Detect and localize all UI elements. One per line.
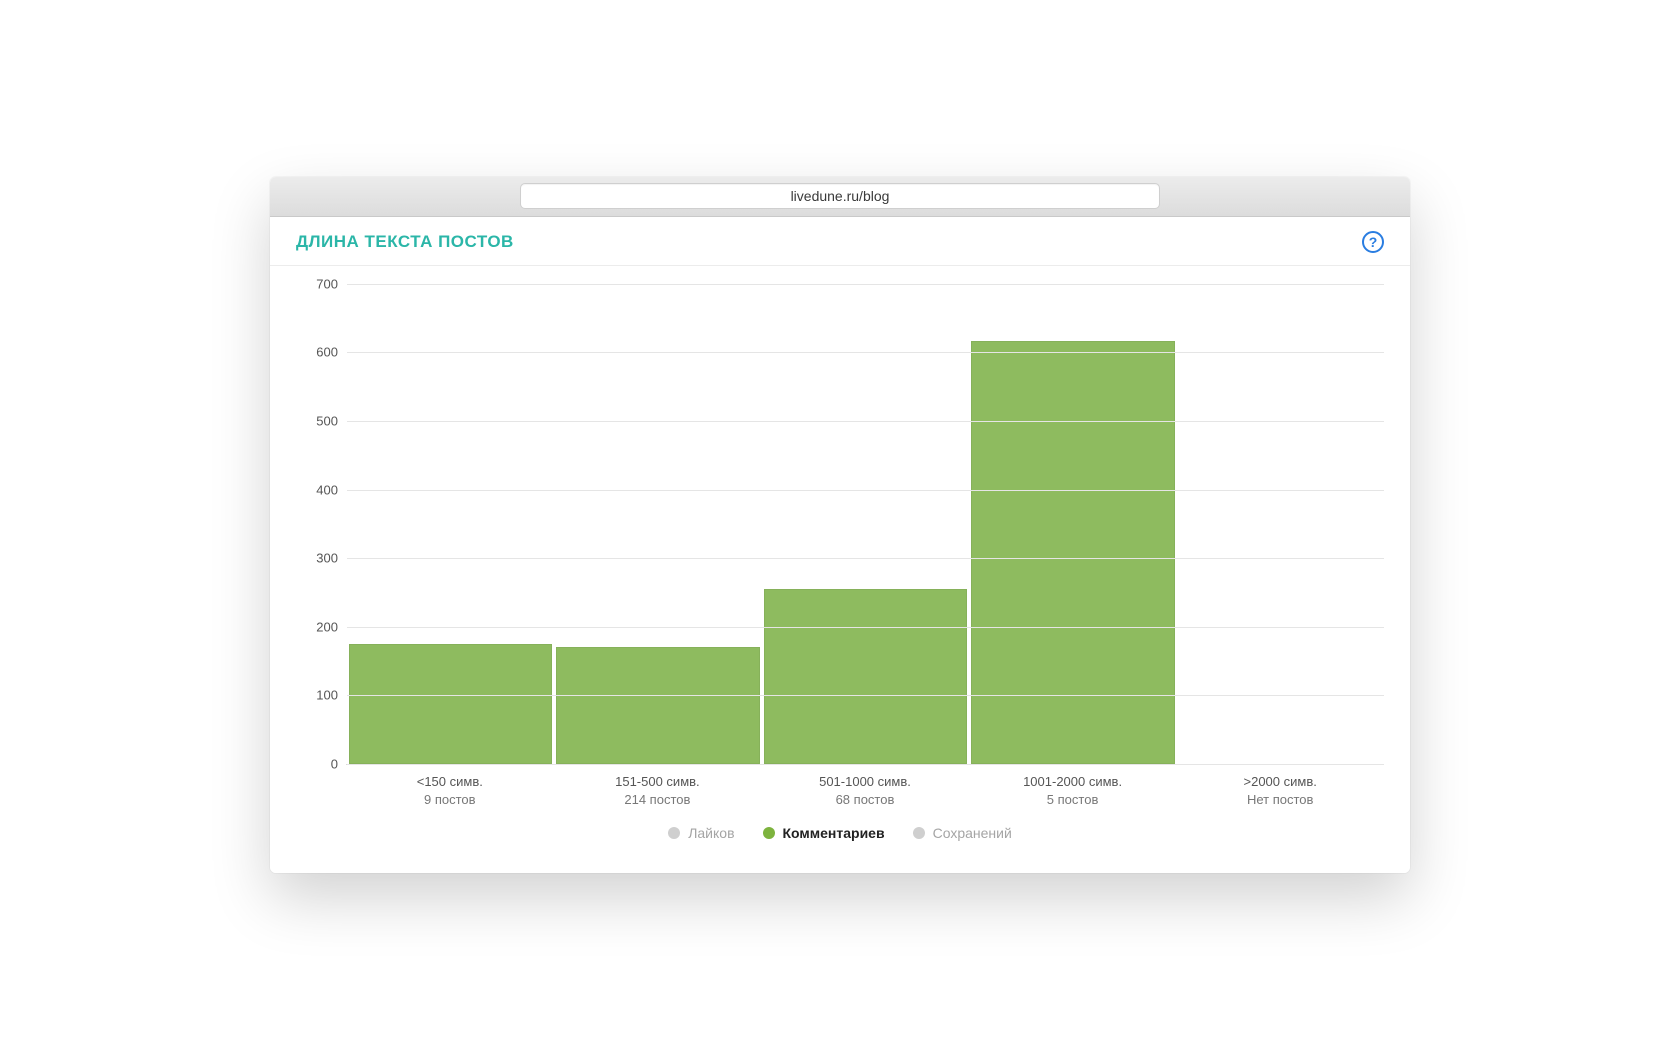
- y-tick-label: 100: [296, 688, 338, 703]
- url-field[interactable]: livedune.ru/blog: [520, 183, 1160, 209]
- plot-grid: [346, 284, 1384, 764]
- x-tick-label: 151-500 симв. 214 постов: [554, 765, 762, 809]
- gridline: [347, 490, 1384, 491]
- chart-area: 0 100 200 300 400 500 600 700 <150 симв. 9 посто…: [270, 266, 1410, 873]
- gridline: [347, 764, 1384, 765]
- plot: 0100200300400500600700: [296, 284, 1384, 764]
- x-tick-posts: 214 постов: [554, 791, 762, 809]
- gridline: [347, 352, 1384, 353]
- browser-toolbar: livedune.ru/blog: [270, 177, 1410, 217]
- y-tick-label: 500: [296, 413, 338, 428]
- bar[interactable]: [971, 341, 1174, 764]
- x-tick-posts: 9 постов: [346, 791, 554, 809]
- x-tick-range: >2000 симв.: [1244, 774, 1317, 789]
- y-tick-label: 700: [296, 276, 338, 291]
- x-axis: <150 симв. 9 постов 151-500 симв. 214 посто…: [346, 764, 1384, 809]
- legend-dot-icon: [913, 827, 925, 839]
- y-tick-label: 200: [296, 619, 338, 634]
- legend-dot-icon: [668, 827, 680, 839]
- gridline: [347, 695, 1384, 696]
- bar[interactable]: [556, 647, 759, 764]
- x-tick-posts: Нет постов: [1176, 791, 1384, 809]
- browser-window: livedune.ru/blog ДЛИНА ТЕКСТА ПОСТОВ ? 0…: [270, 177, 1410, 873]
- legend-label: Комментариев: [783, 825, 885, 841]
- legend-item[interactable]: Сохранений: [913, 825, 1012, 841]
- legend-label: Лайков: [688, 825, 734, 841]
- gridline: [347, 421, 1384, 422]
- x-tick-range: <150 симв.: [417, 774, 483, 789]
- x-tick-range: 1001-2000 симв.: [1023, 774, 1122, 789]
- y-tick-label: 300: [296, 551, 338, 566]
- bars-container: [347, 284, 1384, 764]
- card-title: ДЛИНА ТЕКСТА ПОСТОВ: [296, 232, 514, 252]
- x-tick-range: 501-1000 симв.: [819, 774, 911, 789]
- gridline: [347, 627, 1384, 628]
- gridline: [347, 284, 1384, 285]
- legend-label: Сохранений: [933, 825, 1012, 841]
- y-tick-label: 400: [296, 482, 338, 497]
- bar-slot: [969, 284, 1176, 764]
- x-tick-range: 151-500 симв.: [615, 774, 700, 789]
- y-axis: 0100200300400500600700: [296, 284, 346, 764]
- x-tick-posts: 68 постов: [761, 791, 969, 809]
- x-tick-label: 501-1000 симв. 68 постов: [761, 765, 969, 809]
- gridline: [347, 558, 1384, 559]
- bar-slot: [347, 284, 554, 764]
- legend-dot-icon: [763, 827, 775, 839]
- bar-slot: [1177, 284, 1384, 764]
- legend-item[interactable]: Комментариев: [763, 825, 885, 841]
- y-tick-label: 600: [296, 345, 338, 360]
- bar[interactable]: [764, 589, 967, 764]
- bar[interactable]: [349, 644, 552, 764]
- legend-item[interactable]: Лайков: [668, 825, 734, 841]
- bar-slot: [762, 284, 969, 764]
- x-tick-label: >2000 симв. Нет постов: [1176, 765, 1384, 809]
- card-header: ДЛИНА ТЕКСТА ПОСТОВ ?: [270, 217, 1410, 266]
- x-tick-posts: 5 постов: [969, 791, 1177, 809]
- url-text: livedune.ru/blog: [791, 188, 890, 204]
- chart-card: ДЛИНА ТЕКСТА ПОСТОВ ? 0 100 200 300 400 500 60…: [270, 217, 1410, 873]
- help-icon-glyph: ?: [1369, 234, 1378, 250]
- legend: Лайков Комментариев Сохранений: [296, 809, 1384, 863]
- bar-slot: [554, 284, 761, 764]
- x-tick-label: <150 симв. 9 постов: [346, 765, 554, 809]
- y-tick-label: 0: [296, 756, 338, 771]
- help-icon[interactable]: ?: [1362, 231, 1384, 253]
- x-tick-label: 1001-2000 симв. 5 постов: [969, 765, 1177, 809]
